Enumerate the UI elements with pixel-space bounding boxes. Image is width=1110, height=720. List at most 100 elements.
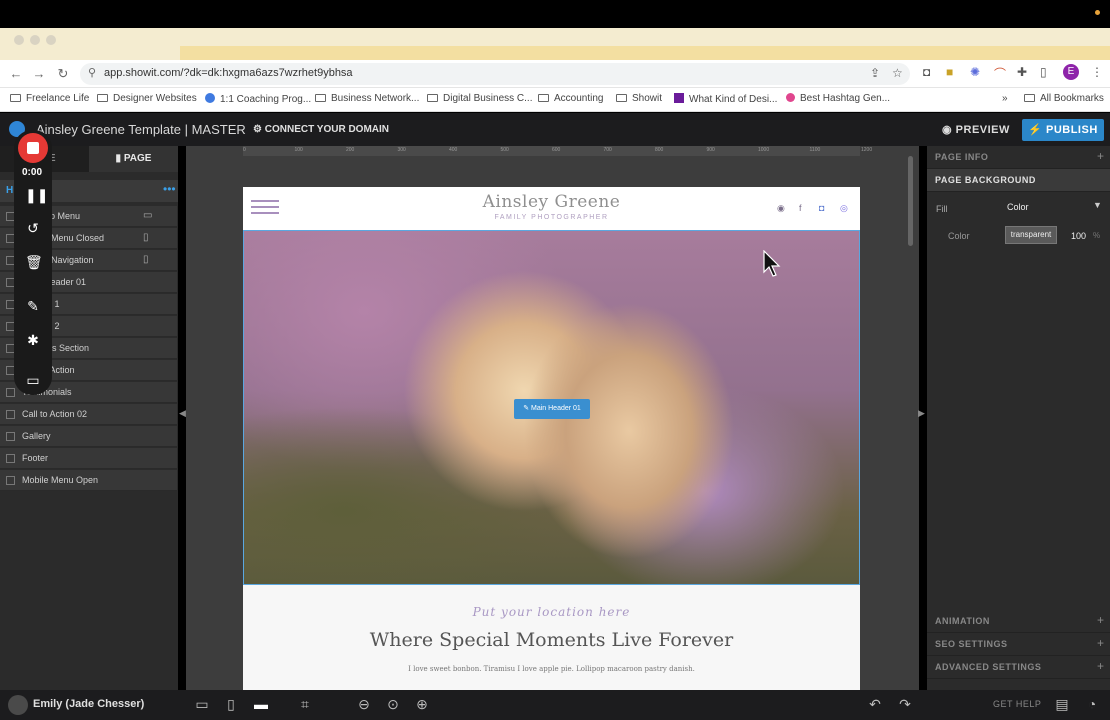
more-options-icon[interactable]: ••• (163, 182, 176, 196)
collapse-right-handle[interactable]: ▶ (918, 408, 925, 419)
hero-image[interactable]: ✎ Main Header 01 (243, 230, 860, 585)
effects-icon[interactable]: ✱ (25, 332, 41, 349)
canvas-list-item[interactable]: Gallery (0, 426, 177, 447)
page-background-section[interactable]: PAGE BACKGROUND (927, 169, 1110, 192)
forward-arrow-icon[interactable]: → (30, 65, 48, 83)
color-swatch[interactable]: transparent (1005, 226, 1057, 244)
mobile-device-icon: ▯ (143, 232, 149, 243)
ruler: 0 100 200 300 400 500 600 700 800 900 1000 1100 1200 (243, 146, 872, 156)
email-icon[interactable]: ◎ (840, 203, 848, 214)
folder-icon (538, 94, 549, 102)
address-bar[interactable]: ⚲ app.showit.com/?dk=dk:hxgma6azs7wzrhet… (80, 63, 910, 85)
seo-settings-section[interactable]: SEO SETTINGS + (927, 633, 1110, 656)
window-zoom-button[interactable] (46, 35, 56, 45)
connect-domain-button[interactable]: ⚙ CONNECT YOUR DOMAIN (253, 124, 389, 135)
location-text: Put your location here (472, 605, 631, 619)
canvas-scrollbar[interactable] (908, 156, 913, 246)
pause-icon[interactable]: ❚❚ (25, 187, 48, 204)
crop-icon[interactable]: ⌗ (295, 696, 315, 713)
expand-icon[interactable]: + (1097, 636, 1104, 650)
folder-icon (1024, 94, 1035, 102)
desktop-view-icon[interactable]: ▬ (251, 696, 271, 712)
facebook-icon[interactable]: f (799, 203, 802, 213)
bookmark-item[interactable]: Business Network... (315, 93, 419, 104)
bolt-icon: ⚡ (1028, 124, 1043, 136)
page-icon: ▮ (115, 153, 122, 164)
zoom-in-icon[interactable]: ⊕ (412, 696, 432, 713)
extension-icon[interactable]: ■ (946, 65, 953, 79)
side-panel-icon[interactable]: ▯ (1040, 65, 1047, 79)
page-info-section[interactable]: PAGE INFO + (927, 146, 1110, 169)
bookmark-item[interactable]: Best Hashtag Gen... (786, 93, 890, 104)
pinterest-icon[interactable]: ◉ (777, 203, 785, 214)
chat-icon[interactable]: ◔ (1082, 696, 1102, 712)
camera-icon[interactable]: ▭ (25, 372, 41, 389)
redo-icon[interactable]: ↷ (895, 696, 915, 713)
mobile-view-icon[interactable]: ▯ (221, 696, 241, 713)
intro-section[interactable]: Put your location here Where Special Mom… (243, 585, 860, 690)
bookmark-item[interactable]: 1:1 Coaching Prog... (205, 93, 311, 105)
opacity-input[interactable]: 100 (1071, 231, 1086, 241)
ruler-tick-label: 700 (603, 147, 612, 153)
preview-button[interactable]: ◉ PREVIEW (942, 123, 1010, 136)
site-header[interactable]: Ainsley Greene FAMILY PHOTOGRAPHER ◉ f ◘… (243, 187, 860, 229)
publish-button[interactable]: ⚡ PUBLISH (1022, 119, 1104, 141)
browser-menu-icon[interactable]: ⋮ (1091, 65, 1103, 79)
tablet-view-icon[interactable]: ▭ (192, 696, 212, 713)
canvas-list-item-label: Mobile Menu Open (22, 475, 99, 485)
expand-icon[interactable]: + (1097, 613, 1104, 627)
tab-page[interactable]: ▮ PAGE (89, 146, 178, 172)
globe-icon (205, 93, 215, 103)
share-icon[interactable]: ⇪ (870, 66, 880, 80)
bookmark-item[interactable]: What Kind of Desi... (674, 93, 777, 105)
get-help-button[interactable]: GET HELP (993, 699, 1041, 709)
bookmark-item[interactable]: Digital Business C... (427, 93, 532, 104)
site-info-icon[interactable]: ⚲ (88, 66, 96, 79)
animation-section[interactable]: ANIMATION + (927, 610, 1110, 633)
extensions-puzzle-icon[interactable]: ✚ (1017, 65, 1027, 79)
expand-icon[interactable]: + (1097, 659, 1104, 673)
undo-icon[interactable]: ↶ (865, 696, 885, 713)
canvas-list-item[interactable]: Footer (0, 448, 177, 469)
zoom-fit-icon[interactable]: ⊙ (383, 696, 403, 713)
help-book-icon[interactable]: ▤ (1052, 696, 1072, 713)
browser-tab[interactable] (180, 46, 1110, 60)
app-header: Ainsley Greene Template | MASTER ⚙ CONNE… (0, 113, 1110, 146)
fill-select[interactable]: Color ▼ (1005, 199, 1103, 217)
canvas-list-item[interactable]: Call to Action 02 (0, 404, 177, 425)
avatar[interactable] (8, 695, 28, 715)
gear-extension-icon[interactable]: ✺ (970, 65, 980, 79)
page-title[interactable]: Ainsley Greene Template | MASTER (36, 122, 246, 137)
advanced-settings-section[interactable]: ADVANCED SETTINGS + (927, 656, 1110, 679)
bookmark-item[interactable]: Showit (616, 93, 662, 104)
window-close-button[interactable] (14, 35, 24, 45)
reload-icon[interactable]: ↻ (54, 65, 72, 83)
collapse-left-handle[interactable]: ◀ (179, 408, 186, 419)
bookmark-item[interactable]: Freelance Life (10, 93, 89, 104)
canvas-list-title: H (6, 185, 14, 196)
opacity-unit: % (1093, 231, 1101, 240)
user-name[interactable]: Emily (Jade Chesser) (33, 698, 144, 710)
canvas-label-badge[interactable]: ✎ Main Header 01 (514, 399, 590, 419)
zoom-out-icon[interactable]: ⊖ (354, 696, 374, 713)
all-bookmarks-button[interactable]: All Bookmarks (1024, 93, 1104, 104)
bookmark-item[interactable]: Designer Websites (97, 93, 197, 104)
back-arrow-icon[interactable]: ← (7, 65, 25, 83)
ruler-tick-label: 600 (552, 147, 561, 153)
ruler-tick-label: 300 (397, 147, 406, 153)
stop-recording-button[interactable] (18, 133, 48, 163)
window-minimize-button[interactable] (30, 35, 40, 45)
expand-icon[interactable]: + (1097, 149, 1104, 163)
instagram-icon[interactable]: ◘ (819, 203, 824, 213)
profile-avatar[interactable]: E (1063, 64, 1079, 80)
restart-icon[interactable]: ↺ (25, 220, 41, 237)
browser-toolbar: ← → ↻ ⚲ app.showit.com/?dk=dk:hxgma6azs7… (0, 60, 1110, 88)
bookmark-star-icon[interactable]: ☆ (892, 66, 903, 80)
more-bookmarks-button[interactable]: » (1002, 93, 1008, 104)
camera-extension-icon[interactable]: ◘ (923, 65, 930, 79)
bookmark-item[interactable]: Accounting (538, 93, 603, 104)
trash-icon[interactable]: 🗑 (25, 254, 43, 271)
pencil-icon[interactable]: ✎ (25, 298, 41, 315)
arc-extension-icon[interactable]: ⌒ (994, 65, 1006, 82)
canvas-list-item[interactable]: Mobile Menu Open (0, 470, 177, 491)
